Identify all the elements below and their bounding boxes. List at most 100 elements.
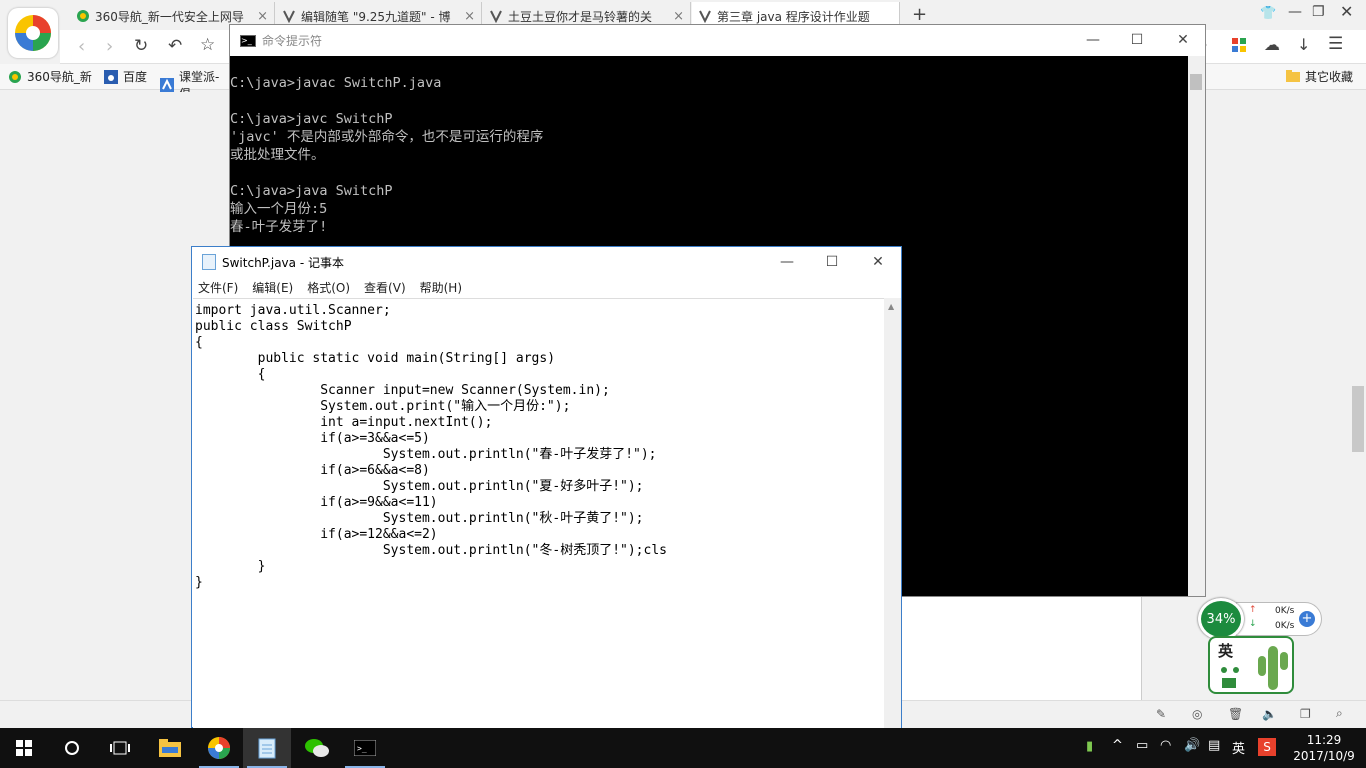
download-icon[interactable]: ↓ (1297, 35, 1310, 54)
speed-icon[interactable]: ◎ (1192, 707, 1202, 721)
taskbar-explorer[interactable] (146, 728, 194, 768)
bookmark-label: 百度 (123, 70, 148, 84)
ime-mode-indicator[interactable]: 英 (1232, 738, 1245, 757)
close-icon[interactable]: ✕ (1340, 2, 1353, 21)
notepad-window: SwitchP.java - 记事本 — ☐ ✕ 文件(F) 编辑(E) 格式(… (191, 246, 902, 728)
notification-icon[interactable]: ▤ (1208, 738, 1220, 753)
cmd-scrollbar[interactable] (1188, 56, 1205, 596)
bookmark-baidu[interactable]: 百度 (104, 68, 147, 85)
menu-help[interactable]: 帮助(H) (420, 279, 462, 296)
apps-icon[interactable] (1232, 38, 1246, 55)
tab-title: 第三章 java 程序设计作业题 (717, 9, 870, 24)
notepad-text-area[interactable]: import java.util.Scanner; public class Sw… (193, 298, 884, 728)
cmd-line: 'javc' 不是内部或外部命令，也不是可运行的程序 (230, 129, 544, 145)
menu-icon[interactable]: ☰ (1328, 34, 1343, 54)
notepad-titlebar[interactable]: SwitchP.java - 记事本 — ☐ ✕ (192, 247, 901, 277)
browser-logo[interactable] (8, 8, 58, 58)
search-circle-icon (65, 741, 79, 755)
star-icon[interactable]: ☆ (200, 35, 215, 55)
taskbar-360-browser[interactable] (195, 728, 243, 768)
volume-icon[interactable]: 🔈 (1262, 707, 1277, 721)
menu-file[interactable]: 文件(F) (198, 279, 238, 296)
start-button[interactable] (0, 728, 48, 768)
code-line: if(a>=6&&a<=8) (195, 463, 430, 478)
ime-mode-label: 英 (1218, 642, 1234, 660)
search-icon[interactable]: ⌕ (1336, 706, 1343, 721)
taskbar-wechat[interactable] (293, 728, 341, 768)
notepad-menubar: 文件(F) 编辑(E) 格式(O) 查看(V) 帮助(H) (192, 277, 901, 297)
scroll-up-icon[interactable]: ▲ (888, 302, 894, 311)
close-button[interactable]: ✕ (855, 247, 901, 277)
maximize-icon[interactable]: ❐ (1312, 4, 1325, 20)
cmd-line (230, 92, 1188, 110)
cloud-icon[interactable]: ☁ (1264, 35, 1280, 54)
pin-icon[interactable]: ✎ (1156, 707, 1166, 721)
refresh-icon[interactable]: ↻ (134, 36, 148, 56)
code-line: { (195, 367, 266, 382)
forward-icon[interactable]: › (106, 36, 113, 57)
close-icon[interactable]: × (257, 9, 268, 24)
download-speed: 0K/s (1275, 621, 1295, 631)
menu-edit[interactable]: 编辑(E) (252, 279, 293, 296)
undo-icon[interactable]: ↶ (168, 36, 182, 56)
blog-icon (698, 9, 712, 24)
cmd-line: 或批处理文件。 (230, 147, 325, 163)
cmd-titlebar[interactable]: >_ 命令提示符 — ☐ ✕ (230, 25, 1205, 56)
chevron-up-icon[interactable]: ^ (1112, 738, 1123, 753)
window-title: 命令提示符 (262, 34, 323, 48)
close-icon[interactable]: × (673, 9, 684, 24)
menu-format[interactable]: 格式(O) (307, 279, 350, 296)
memory-percent-bubble[interactable]: 34% (1198, 598, 1244, 640)
window-title: SwitchP.java - 记事本 (222, 255, 344, 270)
task-view-button[interactable] (96, 728, 144, 768)
add-icon[interactable]: + (1299, 611, 1315, 627)
page-scrollbar-thumb[interactable] (1352, 386, 1364, 452)
bookmark-other[interactable]: 其它收藏 (1286, 68, 1353, 85)
notepad-scrollbar[interactable]: ▲ (884, 298, 901, 728)
cmd-line: C:\java>javac SwitchP.java (230, 75, 442, 91)
maximize-button[interactable]: ☐ (809, 247, 855, 277)
notepad-icon (202, 254, 216, 270)
taskbar-notepad[interactable] (243, 728, 291, 768)
menu-view[interactable]: 查看(V) (364, 279, 406, 296)
bookmark-360[interactable]: 360导航_新 (8, 68, 92, 85)
360-icon (76, 9, 90, 23)
code-line: } (195, 559, 266, 574)
window-icon[interactable]: ❐ (1300, 707, 1311, 721)
tab-title: 360导航_新一代安全上网导 (95, 9, 244, 24)
minimize-button[interactable]: — (764, 247, 810, 277)
new-tab-button[interactable]: + (912, 4, 927, 25)
cortana-button[interactable] (48, 728, 96, 768)
bookmark-label: 360导航_新 (27, 70, 92, 84)
task-view-icon (110, 741, 130, 755)
minimize-button[interactable]: — (1070, 25, 1116, 55)
ketangpai-icon (160, 78, 174, 92)
sogou-icon[interactable]: S (1258, 738, 1276, 756)
shirt-icon[interactable]: 👕 (1260, 6, 1276, 21)
battery-icon[interactable]: ▮ (1086, 739, 1093, 754)
net-speed-widget[interactable]: ↑ ↓ 0K/s 0K/s + 34% (1198, 598, 1324, 640)
cmd-scrollbar-thumb[interactable] (1190, 74, 1202, 90)
code-line: System.out.println("春-叶子发芽了!"); (195, 447, 657, 462)
power-icon[interactable]: ▭ (1136, 738, 1148, 753)
volume-icon[interactable]: 🔊 (1184, 738, 1200, 753)
close-button[interactable]: ✕ (1160, 25, 1206, 55)
back-icon[interactable]: ‹ (78, 36, 85, 57)
code-line: import java.util.Scanner; (195, 303, 391, 318)
maximize-button[interactable]: ☐ (1114, 25, 1160, 55)
trash-icon[interactable]: 🗑 (1228, 707, 1243, 721)
taskbar-cmd[interactable]: >_ (341, 728, 389, 768)
ime-skin-widget[interactable]: 英 (1208, 636, 1294, 694)
tab-title: 编辑随笔 "9.25九道题" - 博 (301, 9, 451, 24)
notepad-icon (258, 738, 276, 759)
360-browser-icon (208, 737, 230, 759)
wifi-icon[interactable]: ◠ (1160, 738, 1171, 753)
clock-time: 11:29 (1306, 733, 1342, 747)
close-icon[interactable]: × (464, 9, 475, 24)
blog-icon (282, 9, 296, 24)
minimize-icon[interactable]: — (1288, 4, 1302, 20)
tray-clock[interactable]: 11:29 2017/10/9 (1286, 732, 1362, 764)
code-line: if(a>=12&&a<=2) (195, 527, 438, 542)
code-line: Scanner input=new Scanner(System.in); (195, 383, 610, 398)
cmd-line: C:\java>java SwitchP (230, 183, 393, 199)
